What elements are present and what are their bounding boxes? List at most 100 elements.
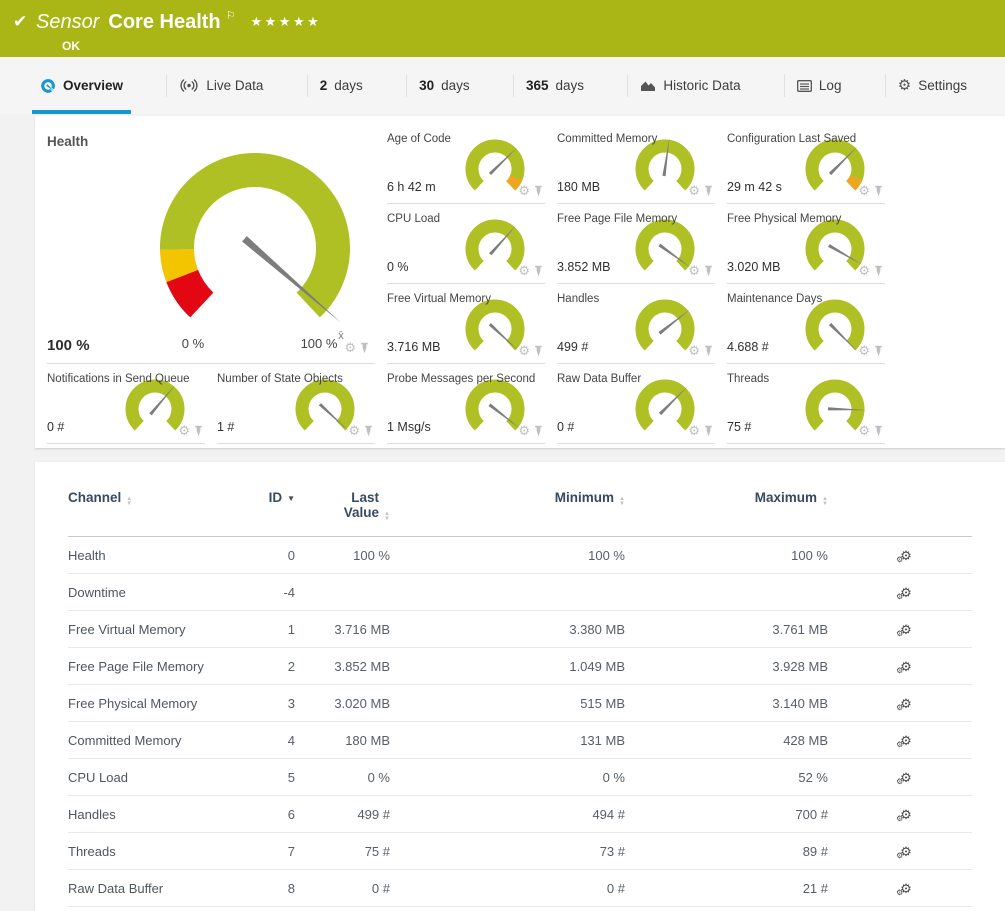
- channel-row-threads: Threads775 #73 #89 #⚙⚙: [68, 833, 972, 870]
- gauge-pin-icon[interactable]: [874, 185, 883, 197]
- gauge-pin-icon[interactable]: [704, 425, 713, 437]
- channel-last-value: 3.716 MB: [295, 611, 400, 648]
- gauge-label: Configuration Last Saved: [727, 133, 856, 145]
- gauge-value: 29 m 42 s: [727, 180, 782, 194]
- gauge-pin-icon[interactable]: [874, 265, 883, 277]
- channel-name: Free Virtual Memory: [68, 611, 253, 648]
- gauge-pin-icon[interactable]: [194, 425, 203, 437]
- tab-number: 2: [320, 78, 328, 93]
- channel-name: Health: [68, 537, 253, 574]
- channel-row-health: Health0100 %100 %100 %⚙⚙: [68, 537, 972, 574]
- gauge-label: Probe Messages per Second: [387, 373, 535, 385]
- channel-id: 3: [253, 685, 295, 722]
- channel-last-value: 75 #: [295, 833, 400, 870]
- gauge-pin-icon[interactable]: [704, 185, 713, 197]
- column-header-last[interactable]: Last Value▲▼: [295, 490, 400, 537]
- edit-channel-gears-icon[interactable]: ⚙⚙: [900, 771, 912, 784]
- channel-minimum: 100 %: [400, 537, 625, 574]
- channel-id: -4: [253, 574, 295, 611]
- sort-icon: ▲▼: [619, 497, 625, 507]
- tab-label: days: [334, 78, 363, 93]
- gauge-pin-icon[interactable]: [534, 185, 543, 197]
- gauge-settings-gear-icon[interactable]: ⚙: [518, 264, 530, 277]
- gauge-settings-gear-icon[interactable]: ⚙: [344, 341, 356, 354]
- gauge-settings-gear-icon[interactable]: ⚙: [518, 344, 530, 357]
- priority-flag-icon[interactable]: ⚐: [226, 10, 236, 22]
- gauge-value: 499 #: [557, 340, 588, 354]
- gauge-pin-icon[interactable]: [364, 425, 373, 437]
- gauge-settings-gear-icon[interactable]: ⚙: [858, 184, 870, 197]
- channel-maximum: 52 %: [625, 759, 840, 796]
- tab-30-days[interactable]: 30days: [409, 57, 480, 114]
- gauge-label: Committed Memory: [557, 133, 657, 145]
- gauge-pin-icon[interactable]: [360, 342, 369, 354]
- edit-channel-gears-icon[interactable]: ⚙⚙: [900, 623, 912, 636]
- gauge-grid: Health x̄0 %100 % 100 % ⚙ Age of Code6 h…: [35, 124, 1005, 444]
- gauge-average-marker: x̄: [338, 330, 344, 342]
- tab-365-days[interactable]: 365days: [516, 57, 594, 114]
- channel-row-committed-memory: Committed Memory4180 MB131 MB428 MB⚙⚙: [68, 722, 972, 759]
- gauge-settings-gear-icon[interactable]: ⚙: [688, 424, 700, 437]
- gauge-settings-gear-icon[interactable]: ⚙: [688, 264, 700, 277]
- edit-channel-gears-icon[interactable]: ⚙⚙: [900, 697, 912, 710]
- tab-2-days[interactable]: 2 days: [310, 57, 373, 114]
- gauge-raw-data-buffer: Raw Data Buffer0 #⚙: [557, 364, 715, 444]
- column-header-min[interactable]: Minimum▲▼: [400, 490, 625, 537]
- gauge-pin-icon[interactable]: [534, 265, 543, 277]
- edit-channel-gears-icon[interactable]: ⚙⚙: [900, 882, 912, 895]
- gauge-pin-icon[interactable]: [704, 345, 713, 357]
- edit-channel-gears-icon[interactable]: ⚙⚙: [900, 549, 912, 562]
- gauge-settings-gear-icon[interactable]: ⚙: [858, 264, 870, 277]
- gauge-value: 75 #: [727, 420, 751, 434]
- tab-historic-data[interactable]: Historic Data: [630, 57, 750, 114]
- gauge-cell-icons: ⚙: [518, 184, 543, 197]
- channel-name: Raw Data Buffer: [68, 870, 253, 907]
- channel-name: Committed Memory: [68, 722, 253, 759]
- channel-id: 7: [253, 833, 295, 870]
- gauge-pin-icon[interactable]: [874, 425, 883, 437]
- channel-id: 4: [253, 722, 295, 759]
- tab-settings[interactable]: ⚙Settings: [888, 57, 977, 114]
- column-header-tools: [840, 490, 972, 537]
- column-header-channel[interactable]: Channel▲▼: [68, 490, 253, 537]
- column-header-id[interactable]: ID▼: [253, 490, 295, 537]
- tab-live-data[interactable]: Live Data: [169, 57, 273, 114]
- prtg-sensor-page: ✔ SensorCore Health⚐★★★★★ OK OverviewLiv…: [0, 0, 1005, 911]
- channel-row-free-virtual-memory: Free Virtual Memory13.716 MB3.380 MB3.76…: [68, 611, 972, 648]
- gauge-pin-icon[interactable]: [534, 345, 543, 357]
- edit-channel-gears-icon[interactable]: ⚙⚙: [900, 845, 912, 858]
- channel-id: 6: [253, 796, 295, 833]
- health-gauge-value: 100 %: [47, 337, 90, 354]
- gauge-value: 3.020 MB: [727, 260, 781, 274]
- tab-bar: Overview Live Data 2 days 30days 365days Histo…: [0, 57, 1005, 114]
- edit-channel-gears-icon[interactable]: ⚙⚙: [900, 808, 912, 821]
- gauge-settings-gear-icon[interactable]: ⚙: [178, 424, 190, 437]
- channel-row-free-physical-memory: Free Physical Memory33.020 MB515 MB3.140…: [68, 685, 972, 722]
- channel-id: 5: [253, 759, 295, 796]
- gauge-settings-gear-icon[interactable]: ⚙: [688, 184, 700, 197]
- live-icon: [179, 78, 199, 93]
- edit-channel-gears-icon[interactable]: ⚙⚙: [900, 734, 912, 747]
- channel-maximum: 428 MB: [625, 722, 840, 759]
- tab-overview[interactable]: Overview: [30, 57, 133, 114]
- gauge-settings-gear-icon[interactable]: ⚙: [348, 424, 360, 437]
- gauge-settings-gear-icon[interactable]: ⚙: [858, 344, 870, 357]
- gauge-committed-memory: Committed Memory180 MB⚙: [557, 124, 715, 204]
- edit-channel-gears-icon[interactable]: ⚙⚙: [900, 660, 912, 673]
- gauge-pin-icon[interactable]: [534, 425, 543, 437]
- gauge-label: Handles: [557, 293, 599, 305]
- channel-last-value: 100 %: [295, 537, 400, 574]
- edit-channel-gears-icon[interactable]: ⚙⚙: [900, 586, 912, 599]
- gauge-settings-gear-icon[interactable]: ⚙: [858, 424, 870, 437]
- tab-log[interactable]: Log: [787, 57, 852, 114]
- gauge-settings-gear-icon[interactable]: ⚙: [688, 344, 700, 357]
- gauge-pin-icon[interactable]: [874, 345, 883, 357]
- gauge-settings-gear-icon[interactable]: ⚙: [518, 184, 530, 197]
- priority-stars[interactable]: ★★★★★: [251, 14, 322, 29]
- gauge-pin-icon[interactable]: [704, 265, 713, 277]
- channel-maximum: 3.761 MB: [625, 611, 840, 648]
- column-header-max[interactable]: Maximum▲▼: [625, 490, 840, 537]
- gauge-settings-gear-icon[interactable]: ⚙: [518, 424, 530, 437]
- column-label: ID: [269, 490, 283, 505]
- gauge-configuration-last-saved: Configuration Last Saved 29 m 42 s ⚙: [727, 124, 885, 204]
